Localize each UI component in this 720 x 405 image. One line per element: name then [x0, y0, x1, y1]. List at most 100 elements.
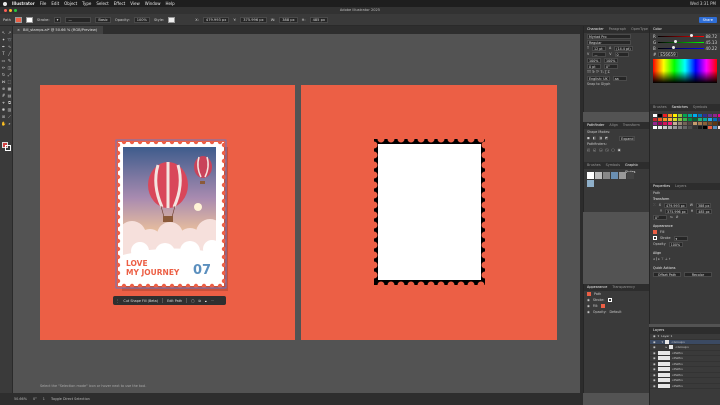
expand-chevron-icon[interactable]: ▾ [658, 334, 660, 338]
artboard-tool-icon[interactable]: ⊞ [1, 115, 6, 119]
fill-swatch[interactable] [14, 16, 22, 23]
curvature-tool-icon[interactable]: ∿ [7, 45, 12, 49]
font-style-select[interactable]: Regular [587, 39, 631, 45]
menu-help[interactable]: Help [166, 1, 175, 6]
stroke-swatch[interactable] [25, 16, 33, 23]
horizontal-scale-field[interactable]: 100% [604, 57, 618, 63]
red-slider[interactable] [657, 34, 704, 37]
perspective-grid-tool-icon[interactable]: ▦ [7, 87, 12, 91]
slice-tool-icon[interactable]: ⟋ [7, 115, 12, 119]
appearance-fill-swatch[interactable] [601, 304, 606, 308]
prop-fill-swatch[interactable] [653, 230, 657, 234]
blue-slider[interactable] [657, 46, 704, 49]
vertical-scale-field[interactable]: 100% [587, 57, 601, 63]
minus-back-icon[interactable]: ▣ [618, 147, 621, 153]
eyedropper-tool-icon[interactable]: ⌖ [1, 101, 6, 105]
paintbrush-tool-icon[interactable]: ✎ [7, 59, 12, 63]
visibility-eye-icon[interactable]: ◉ [653, 362, 656, 366]
artboard-2[interactable] [301, 85, 557, 340]
hex-field[interactable]: E56659 [658, 51, 678, 57]
tab-pathfinder[interactable]: Pathfinder [587, 122, 604, 129]
h-field[interactable]: 485 px [309, 16, 329, 23]
graphic-style-swatch[interactable] [603, 172, 610, 179]
close-window-icon[interactable] [4, 9, 7, 12]
stroke-weight-field[interactable]: ▾ [53, 16, 62, 23]
tab-brushes[interactable]: Brushes [653, 104, 667, 111]
divide-icon[interactable]: ◰ [587, 147, 590, 153]
recolor-button[interactable]: Recolor [684, 271, 712, 277]
canvas[interactable]: LOVE MY JOURNEY 07 ⋮ Cut Shape Fill (Bet… [13, 34, 580, 393]
fill-stroke-widget[interactable] [2, 142, 11, 151]
tracking-field[interactable]: 0 [614, 51, 629, 57]
type-tool-icon[interactable]: T [1, 52, 6, 56]
tab-graphic-styles[interactable]: Graphic Styles [625, 162, 649, 174]
gradient-tool-icon[interactable]: ▤ [7, 94, 12, 98]
reference-point-icon[interactable]: ⁙ [653, 202, 656, 208]
graphic-style-swatch[interactable] [619, 172, 626, 179]
lasso-tool-icon[interactable]: ➰ [7, 38, 12, 42]
hand-tool-icon[interactable]: ✋ [1, 122, 6, 126]
visibility-eye-icon[interactable]: ◉ [653, 334, 656, 338]
swatch-grid[interactable] [650, 111, 720, 132]
expand-button[interactable]: Expand [619, 135, 636, 141]
anti-aliasing-select[interactable]: aa [612, 75, 627, 81]
brush-definition-select[interactable]: — [65, 16, 92, 23]
tab-layers[interactable]: Layers [653, 327, 664, 334]
prop-stroke-weight[interactable]: ▾ [673, 235, 688, 241]
zoom-window-icon[interactable] [14, 9, 17, 12]
eraser-tool-icon[interactable]: ◫ [7, 66, 12, 70]
outline-icon[interactable]: ▢ [612, 147, 615, 153]
duplicate-icon[interactable]: ⧉ [198, 299, 200, 303]
kerning-field[interactable]: — [592, 51, 607, 57]
appearance-stroke-swatch[interactable] [607, 298, 612, 302]
graphic-style-swatch[interactable] [595, 172, 602, 179]
leading-field[interactable]: (14.4 pt) [614, 45, 633, 51]
menu-app[interactable]: Illustrator [12, 1, 35, 6]
blend-tool-icon[interactable]: ⧉ [7, 101, 12, 105]
tab-align[interactable]: Align [609, 122, 618, 129]
tab-symbols[interactable]: Symbols [606, 162, 620, 169]
expand-chevron-icon[interactable]: ▸ [658, 345, 668, 349]
flip-horizontal-icon[interactable]: ⇋ [670, 214, 673, 220]
w-field[interactable]: 388 px [279, 16, 298, 23]
baseline-shift-field[interactable]: 0 pt [587, 63, 601, 69]
rotate-field[interactable]: 0° [653, 214, 667, 220]
tab-symbols[interactable]: Symbols [693, 104, 707, 111]
tab-brushes[interactable]: Brushes [587, 162, 601, 169]
tab-paragraph[interactable]: Paragraph [609, 26, 626, 33]
stroke-color-icon[interactable] [5, 145, 11, 151]
column-graph-tool-icon[interactable]: ▥ [7, 108, 12, 112]
offset-path-button[interactable]: Offset Path [653, 271, 681, 277]
close-tab-icon[interactable]: × [17, 26, 20, 34]
cut-shape-fill-button[interactable]: Cut Shape Fill (Beta) [123, 299, 158, 303]
tab-swatches[interactable]: Swatches [672, 104, 688, 111]
tab-character[interactable]: Character [587, 26, 604, 33]
green-slider[interactable] [658, 40, 704, 43]
rotation-angle[interactable]: 0° [33, 397, 37, 401]
menu-type[interactable]: Type [82, 1, 91, 6]
status-mode[interactable]: Toggle Direct Selection [51, 397, 90, 401]
tab-appearance[interactable]: Appearance [587, 284, 607, 291]
lock-icon[interactable]: 🔒︎ [205, 299, 207, 303]
tab-layers[interactable]: Layers [675, 183, 686, 190]
free-transform-tool-icon[interactable]: ⬚ [7, 80, 12, 84]
font-size-field[interactable]: 12 pt [592, 45, 607, 51]
prop-w-field[interactable]: 388 px [696, 202, 712, 208]
language-select[interactable]: English: UK [587, 75, 610, 81]
blue-value[interactable]: 40.22 [706, 46, 717, 51]
visibility-eye-icon[interactable]: ◉ [653, 351, 656, 355]
color-spectrum[interactable] [653, 59, 717, 83]
rotate-tool-icon[interactable]: ↻ [1, 73, 6, 77]
visibility-eye-icon[interactable]: ◉ [653, 367, 656, 371]
opacity-field[interactable]: 100% [133, 16, 150, 23]
crop-icon[interactable]: ◳ [605, 147, 608, 153]
shape-builder-tool-icon[interactable]: ⊕ [1, 87, 6, 91]
graphic-style-swatch[interactable] [168, 16, 176, 23]
menu-edit[interactable]: Edit [51, 1, 59, 6]
visibility-eye-icon[interactable]: ◉ [653, 378, 656, 382]
expand-chevron-icon[interactable]: ▾ [658, 340, 664, 344]
prop-h-field[interactable]: 485 px [696, 208, 712, 214]
menu-file[interactable]: File [40, 1, 47, 6]
visibility-eye-icon[interactable]: ◉ [587, 309, 590, 315]
scale-tool-icon[interactable]: ⤢ [7, 73, 12, 77]
